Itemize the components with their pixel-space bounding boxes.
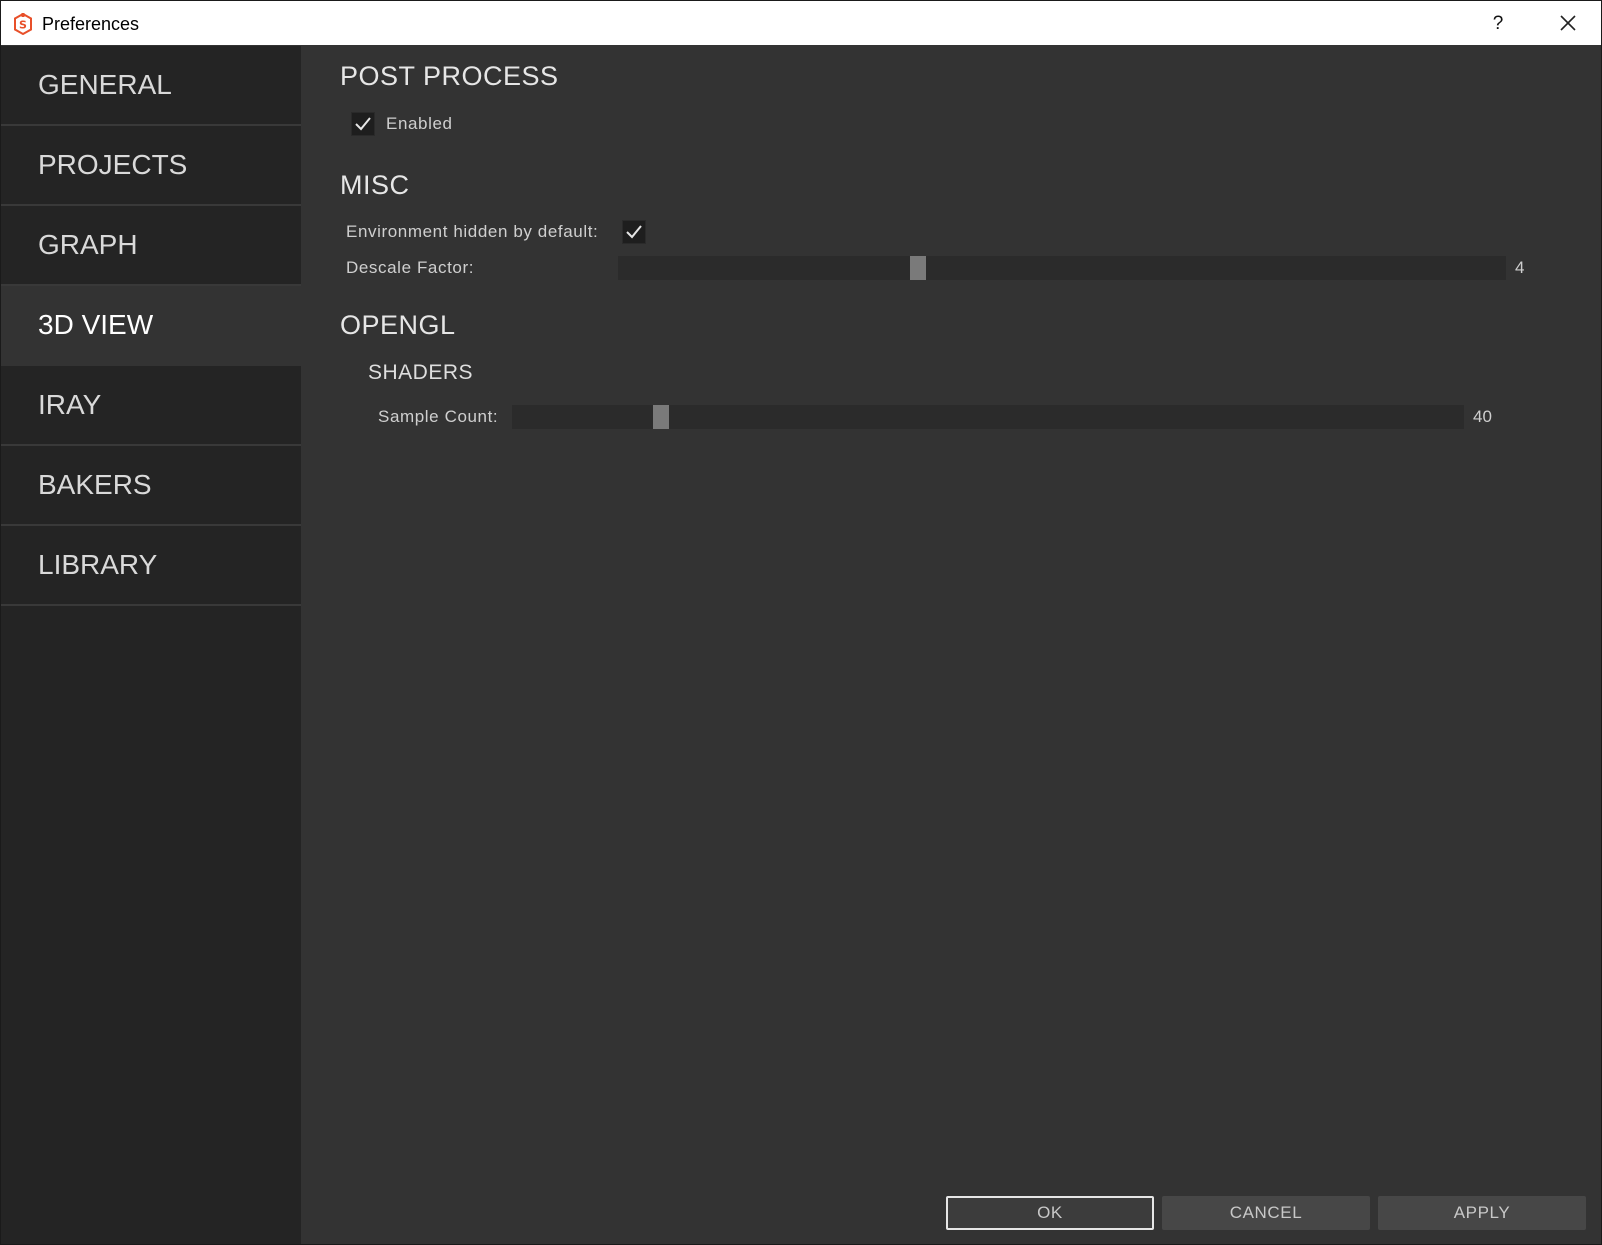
title-bar: S Preferences ? xyxy=(1,1,1601,45)
close-icon xyxy=(1546,15,1590,43)
help-button[interactable]: ? xyxy=(1476,9,1520,39)
sidebar-item-library[interactable]: LIBRARY xyxy=(1,526,301,606)
opengl-title: OPENGL xyxy=(340,310,456,340)
misc-title: MISC xyxy=(340,170,410,200)
sidebar-item-bakers[interactable]: BAKERS xyxy=(1,446,301,526)
ok-button[interactable]: OK xyxy=(946,1196,1154,1230)
settings-panel: POST PROCESS Enabled MISC Environment hi… xyxy=(301,46,1601,1244)
shaders-title: SHADERS xyxy=(368,361,474,384)
svg-text:S: S xyxy=(19,19,27,32)
enabled-label: Enabled xyxy=(386,114,453,133)
sample-count-slider-handle[interactable] xyxy=(653,405,669,429)
cancel-button[interactable]: CANCEL xyxy=(1162,1196,1370,1230)
sidebar-item-graph[interactable]: GRAPH xyxy=(1,206,301,286)
sample-count-value: 40 xyxy=(1473,407,1492,426)
substance-app-icon: S xyxy=(13,12,33,36)
close-button[interactable] xyxy=(1546,9,1590,39)
descale-factor-slider[interactable] xyxy=(618,256,1506,280)
post-process-enabled-checkbox[interactable] xyxy=(351,112,375,136)
descale-factor-value: 4 xyxy=(1515,258,1525,277)
sidebar-item-3d-view[interactable]: 3D VIEW xyxy=(1,286,301,366)
environment-hidden-label: Environment hidden by default: xyxy=(346,222,599,241)
descale-factor-slider-handle[interactable] xyxy=(910,256,926,280)
window-title: Preferences xyxy=(42,14,140,34)
apply-button[interactable]: APPLY xyxy=(1378,1196,1586,1230)
preferences-sidebar: GENERAL PROJECTS GRAPH 3D VIEW IRAY BAKE… xyxy=(1,46,301,1244)
environment-hidden-checkbox[interactable] xyxy=(622,220,646,244)
descale-factor-label: Descale Factor: xyxy=(346,258,475,277)
preferences-window: S Preferences ? GENERAL PROJECTS GRAPH 3… xyxy=(0,0,1602,1245)
sample-count-slider[interactable] xyxy=(512,405,1464,429)
sidebar-item-general[interactable]: GENERAL xyxy=(1,46,301,126)
sample-count-label: Sample Count: xyxy=(378,407,499,426)
sidebar-item-iray[interactable]: IRAY xyxy=(1,366,301,446)
sidebar-item-projects[interactable]: PROJECTS xyxy=(1,126,301,206)
post-process-title: POST PROCESS xyxy=(340,61,559,91)
